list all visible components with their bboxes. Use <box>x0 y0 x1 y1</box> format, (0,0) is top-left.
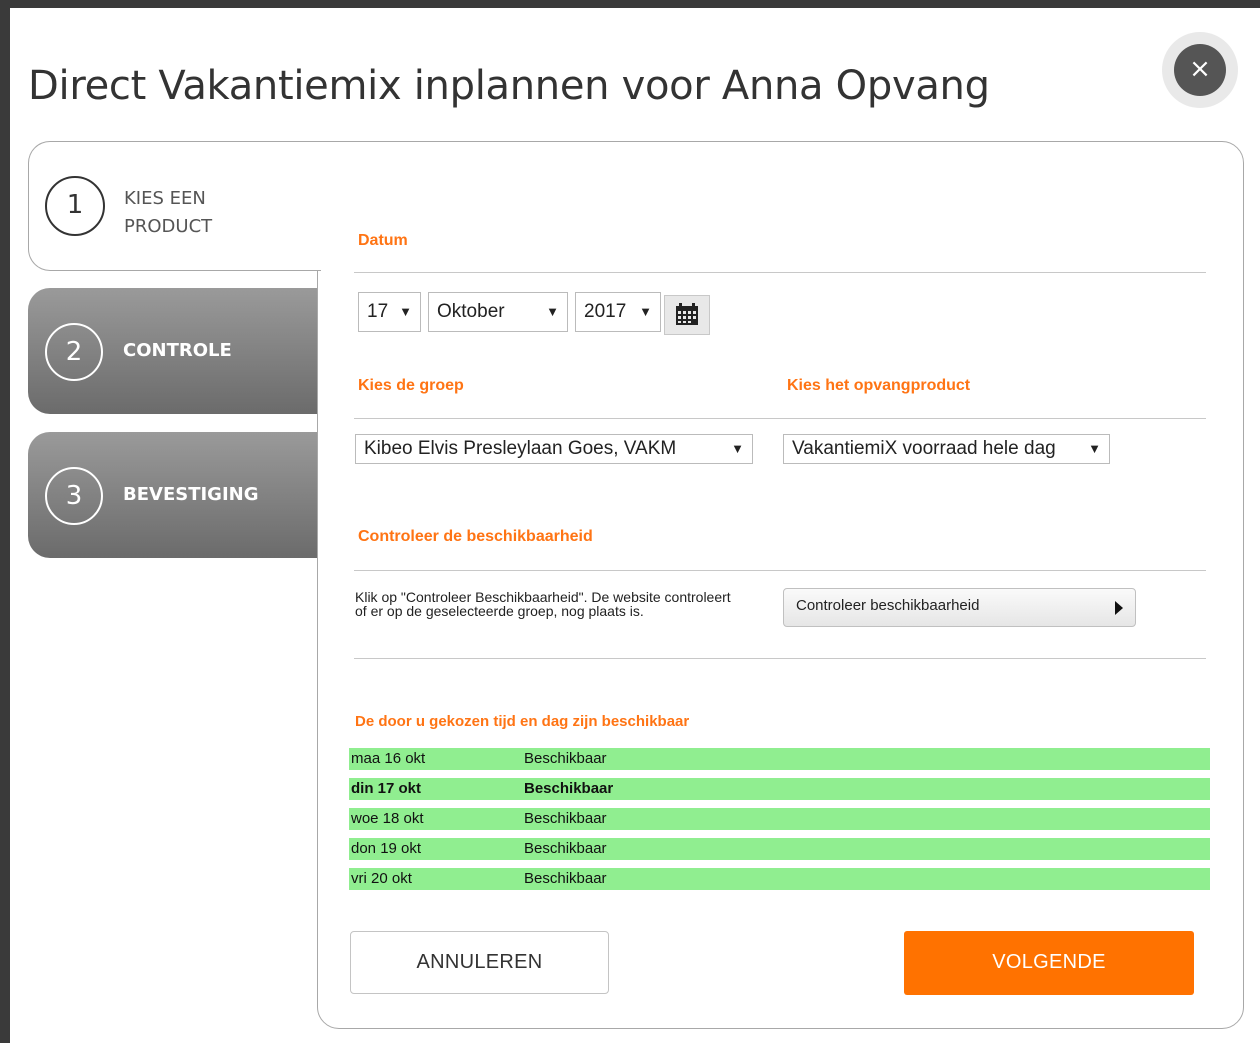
step-number: 2 <box>45 323 103 381</box>
step-label: KIES EEN PRODUCT <box>124 188 213 237</box>
year-select-value: 2017 <box>584 301 627 322</box>
groep-heading: Kies de groep <box>358 377 464 394</box>
step-number: 1 <box>45 176 105 236</box>
dropdown-arrow-icon: ▼ <box>639 304 652 319</box>
check-description: Klik op "Controleer Beschikbaarheid". De… <box>355 589 731 619</box>
month-select[interactable]: Oktober ▼ <box>428 292 568 332</box>
check-availability-label: Controleer beschikbaarheid <box>796 597 980 614</box>
result-heading: De door u gekozen tijd en dag zijn besch… <box>355 713 690 730</box>
play-arrow-icon <box>1115 601 1123 615</box>
step-label: CONTROLE <box>123 340 232 361</box>
divider <box>354 272 1206 273</box>
dropdown-arrow-icon: ▼ <box>1088 441 1101 456</box>
dropdown-arrow-icon: ▼ <box>399 304 412 319</box>
divider <box>354 658 1206 659</box>
dropdown-arrow-icon: ▼ <box>546 304 559 319</box>
availability-row-selected: din 17 okt Beschikbaar <box>349 778 1210 800</box>
availability-status: Beschikbaar <box>524 750 607 767</box>
step-content: Datum 17 ▼ Oktober ▼ 2017 ▼ Kies de groe… <box>317 141 1244 1029</box>
check-heading: Controleer de beschikbaarheid <box>358 528 593 545</box>
day-select-value: 17 <box>367 301 389 322</box>
groep-select[interactable]: Kibeo Elvis Presleylaan Goes, VAKM ▼ <box>355 434 753 464</box>
availability-row: woe 18 okt Beschikbaar <box>349 808 1210 830</box>
product-select[interactable]: VakantiemiX voorraad hele dag ▼ <box>783 434 1110 464</box>
month-select-value: Oktober <box>437 301 505 322</box>
availability-status: Beschikbaar <box>524 780 614 797</box>
next-button[interactable]: VOLGENDE <box>904 931 1194 995</box>
availability-row: maa 16 okt Beschikbaar <box>349 748 1210 770</box>
availability-status: Beschikbaar <box>524 810 607 827</box>
product-heading: Kies het opvangproduct <box>787 377 971 394</box>
calendar-button[interactable] <box>664 295 710 335</box>
availability-row: vri 20 okt Beschikbaar <box>349 868 1210 890</box>
availability-row: don 19 okt Beschikbaar <box>349 838 1210 860</box>
groep-select-value: Kibeo Elvis Presleylaan Goes, VAKM <box>364 438 677 459</box>
divider <box>354 418 1206 419</box>
close-button[interactable]: × <box>1162 32 1238 108</box>
dialog: Direct Vakantiemix inplannen voor Anna O… <box>10 8 1260 1043</box>
datum-heading: Datum <box>358 232 408 249</box>
calendar-icon <box>676 303 698 325</box>
availability-day: don 19 okt <box>351 840 422 857</box>
step-kies-een-product[interactable]: 1 KIES EEN PRODUCT <box>28 141 321 271</box>
availability-day: vri 20 okt <box>351 870 412 887</box>
check-availability-button[interactable]: Controleer beschikbaarheid <box>783 588 1136 627</box>
divider <box>354 570 1206 571</box>
step-controle[interactable]: 2 CONTROLE <box>28 288 318 414</box>
dropdown-arrow-icon: ▼ <box>731 441 744 456</box>
step-bevestiging[interactable]: 3 BEVESTIGING <box>28 432 318 558</box>
step-number: 3 <box>45 467 103 525</box>
day-select[interactable]: 17 ▼ <box>358 292 421 332</box>
year-select[interactable]: 2017 ▼ <box>575 292 661 332</box>
availability-status: Beschikbaar <box>524 870 607 887</box>
availability-day: din 17 okt <box>351 780 422 797</box>
dialog-title: Direct Vakantiemix inplannen voor Anna O… <box>28 63 990 109</box>
product-select-value: VakantiemiX voorraad hele dag <box>792 438 1056 459</box>
availability-day: maa 16 okt <box>351 750 426 767</box>
availability-status: Beschikbaar <box>524 840 607 857</box>
availability-day: woe 18 okt <box>351 810 424 827</box>
close-icon: × <box>1174 44 1226 96</box>
step-label: BEVESTIGING <box>123 484 259 505</box>
cancel-button[interactable]: ANNULEREN <box>350 931 609 994</box>
